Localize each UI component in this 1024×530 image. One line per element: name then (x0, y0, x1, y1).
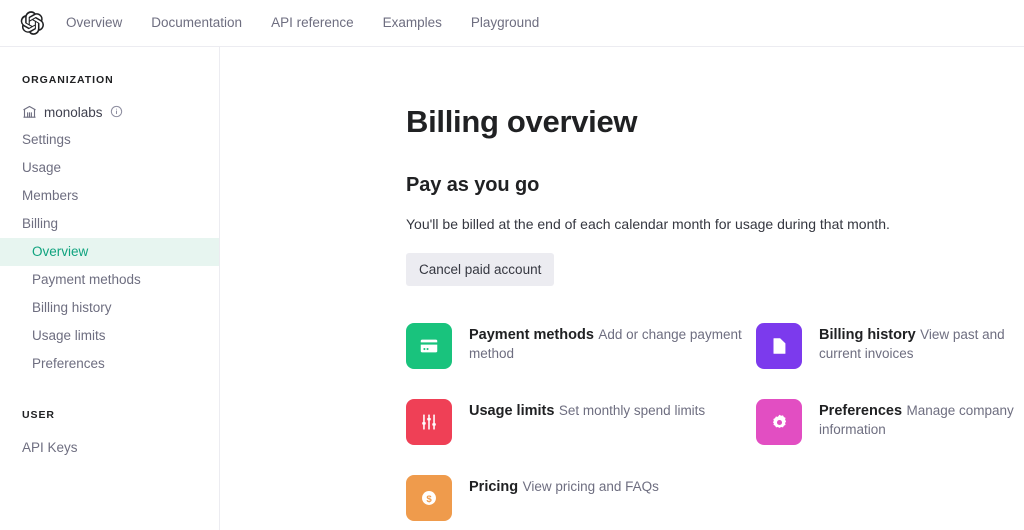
sidebar-item-payment-methods[interactable]: Payment methods (0, 266, 219, 294)
gear-icon (756, 399, 802, 445)
sidebar-item-settings[interactable]: Settings (0, 126, 219, 154)
nav-item-overview[interactable]: Overview (66, 16, 122, 30)
bank-building-icon (22, 104, 37, 122)
organization-name: monolabs (44, 105, 103, 120)
dollar-circle-icon: $ (406, 475, 452, 521)
section-description: You'll be billed at the end of each cale… (406, 216, 890, 232)
sidebar: ORGANIZATION monolabs Settings Usage Mem… (0, 47, 220, 530)
tile-subtitle: View pricing and FAQs (522, 479, 659, 494)
sidebar-item-usage[interactable]: Usage (0, 154, 219, 182)
tile-billing-history[interactable]: Billing history View past and current in… (756, 323, 1024, 369)
openai-logo-icon[interactable] (18, 9, 46, 37)
tile-title: Payment methods (469, 327, 594, 343)
tile-title: Preferences (819, 403, 903, 419)
sidebar-item-billing[interactable]: Billing (0, 210, 219, 238)
credit-card-icon (406, 323, 452, 369)
tile-title: Billing history (819, 327, 916, 343)
organization-selector[interactable]: monolabs (0, 99, 219, 126)
cancel-paid-account-button[interactable]: Cancel paid account (406, 253, 555, 286)
tile-subtitle: Set monthly spend limits (558, 403, 706, 418)
sidebar-item-api-keys[interactable]: API Keys (0, 434, 219, 462)
section-title-pay-as-you-go: Pay as you go (406, 174, 540, 196)
main-nav: Overview Documentation API reference Exa… (66, 16, 539, 30)
top-header: Overview Documentation API reference Exa… (0, 0, 1024, 47)
page-title: Billing overview (406, 104, 638, 139)
sidebar-section-organization: ORGANIZATION (22, 74, 114, 86)
document-icon (756, 323, 802, 369)
sidebar-item-billing-overview[interactable]: Overview (0, 238, 219, 266)
tile-title: Usage limits (469, 403, 555, 419)
sidebar-item-members[interactable]: Members (0, 182, 219, 210)
sidebar-item-preferences[interactable]: Preferences (0, 350, 219, 378)
tile-title: Pricing (469, 479, 519, 495)
sidebar-section-user: USER (22, 409, 55, 421)
svg-text:$: $ (426, 494, 432, 505)
tile-payment-methods[interactable]: Payment methods Add or change payment me… (406, 323, 756, 369)
sidebar-item-billing-history[interactable]: Billing history (0, 294, 219, 322)
info-circle-icon[interactable] (110, 105, 123, 121)
tile-usage-limits[interactable]: Usage limits Set monthly spend limits (406, 399, 756, 445)
tile-preferences[interactable]: Preferences Manage company information (756, 399, 1024, 445)
nav-item-api-reference[interactable]: API reference (271, 16, 354, 30)
tile-pricing[interactable]: $ Pricing View pricing and FAQs (406, 475, 756, 521)
main-content: Billing overview Pay as you go You'll be… (220, 47, 1024, 530)
nav-item-examples[interactable]: Examples (383, 16, 442, 30)
nav-item-documentation[interactable]: Documentation (151, 16, 242, 30)
nav-item-playground[interactable]: Playground (471, 16, 539, 30)
quick-links-grid: Payment methods Add or change payment me… (406, 323, 1024, 521)
sidebar-item-usage-limits[interactable]: Usage limits (0, 322, 219, 350)
sliders-icon (406, 399, 452, 445)
